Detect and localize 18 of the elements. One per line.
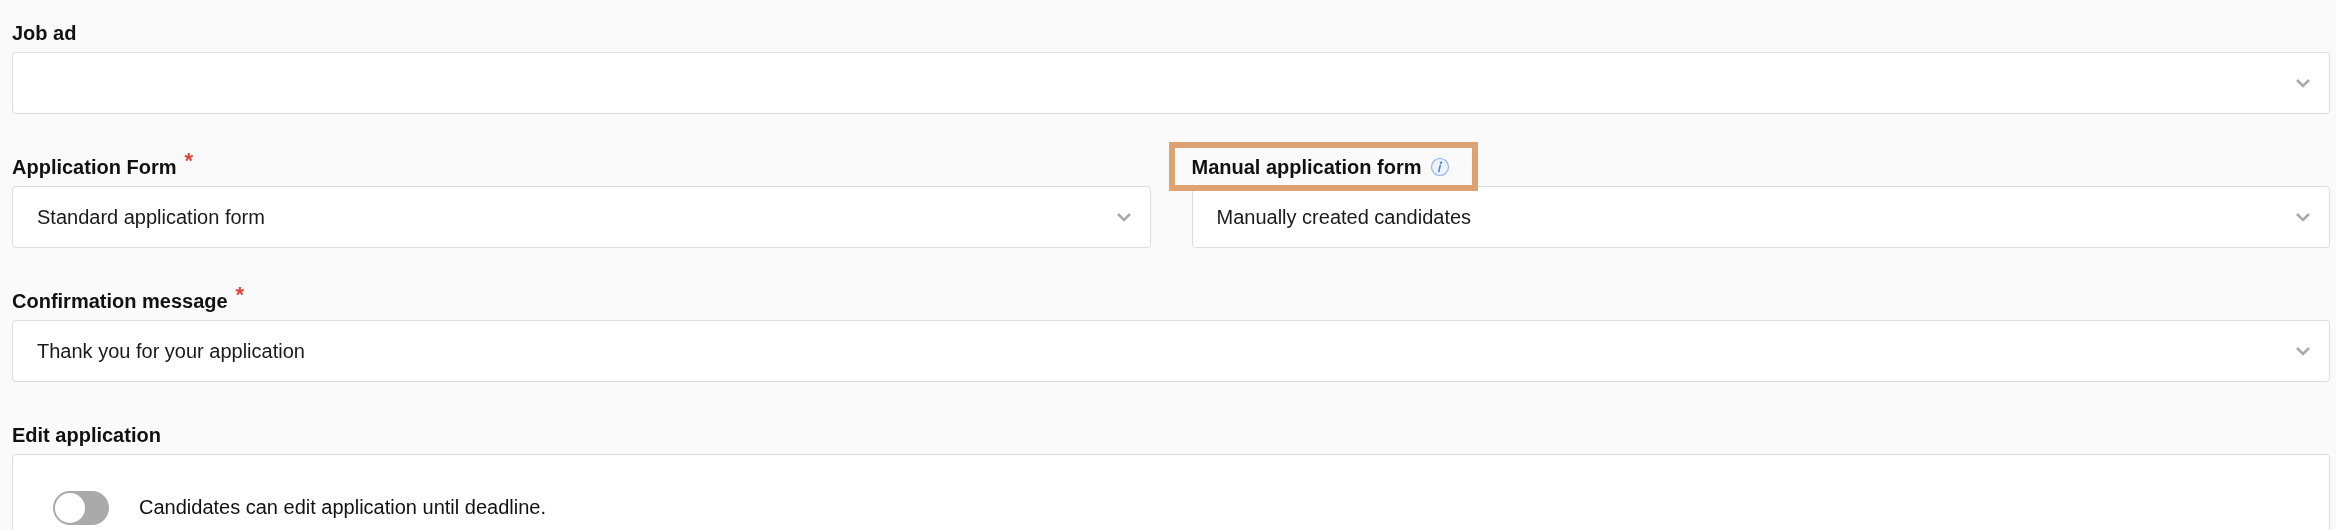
- chevron-down-icon: [2295, 212, 2311, 222]
- field-label: Job ad: [12, 21, 77, 45]
- toggle-switch[interactable]: [53, 491, 109, 525]
- required-mark: *: [235, 282, 245, 308]
- dropdown-field[interactable]: Thank you for your application: [12, 320, 2330, 382]
- section-label: Edit application: [12, 423, 161, 447]
- toggle-label: Candidates can edit application until deadline.: [139, 495, 546, 519]
- required-mark: *: [184, 148, 193, 174]
- dropdown-field[interactable]: Standard application form: [12, 186, 1151, 248]
- dropdown-field[interactable]: [12, 52, 2330, 114]
- chevron-down-icon: [2295, 346, 2311, 356]
- chevron-down-icon: [2295, 78, 2311, 88]
- field-label: Confirmation message: [12, 289, 228, 313]
- field-label: Manual application form: [1191, 155, 1422, 179]
- dropdown-field[interactable]: Manually created candidates: [1191, 186, 2330, 248]
- info-icon[interactable]: [1429, 157, 1450, 177]
- field-label: Application Form: [12, 155, 177, 179]
- chevron-down-icon: [1115, 212, 1132, 222]
